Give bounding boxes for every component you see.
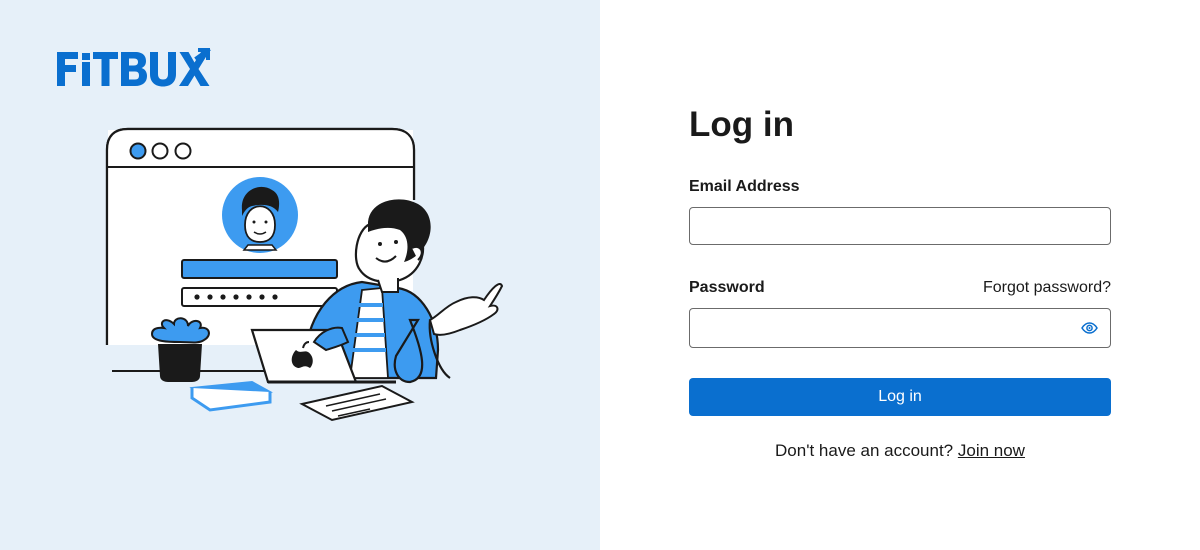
join-now-link[interactable]: Join now xyxy=(958,441,1025,460)
login-illustration xyxy=(100,120,510,430)
signup-prompt-line: Don't have an account? Join now xyxy=(689,440,1111,462)
password-label: Password xyxy=(689,279,765,296)
illustration-panel xyxy=(0,0,600,550)
fitbux-logo-icon xyxy=(57,47,211,87)
email-label: Email Address xyxy=(689,178,800,195)
login-button[interactable]: Log in xyxy=(689,378,1111,416)
password-field[interactable] xyxy=(689,308,1111,348)
eye-icon[interactable] xyxy=(1079,318,1099,338)
person-with-laptop-illustration xyxy=(105,127,504,422)
forgot-password-link[interactable]: Forgot password? xyxy=(983,278,1111,298)
brand-logo xyxy=(56,47,216,90)
email-field[interactable] xyxy=(689,207,1111,245)
page-title: Log in xyxy=(689,105,794,144)
login-page: Log in Email Address Password Forgot pas… xyxy=(0,0,1200,550)
signup-prompt-text: Don't have an account? xyxy=(775,441,954,460)
login-form-panel: Log in Email Address Password Forgot pas… xyxy=(600,0,1200,550)
